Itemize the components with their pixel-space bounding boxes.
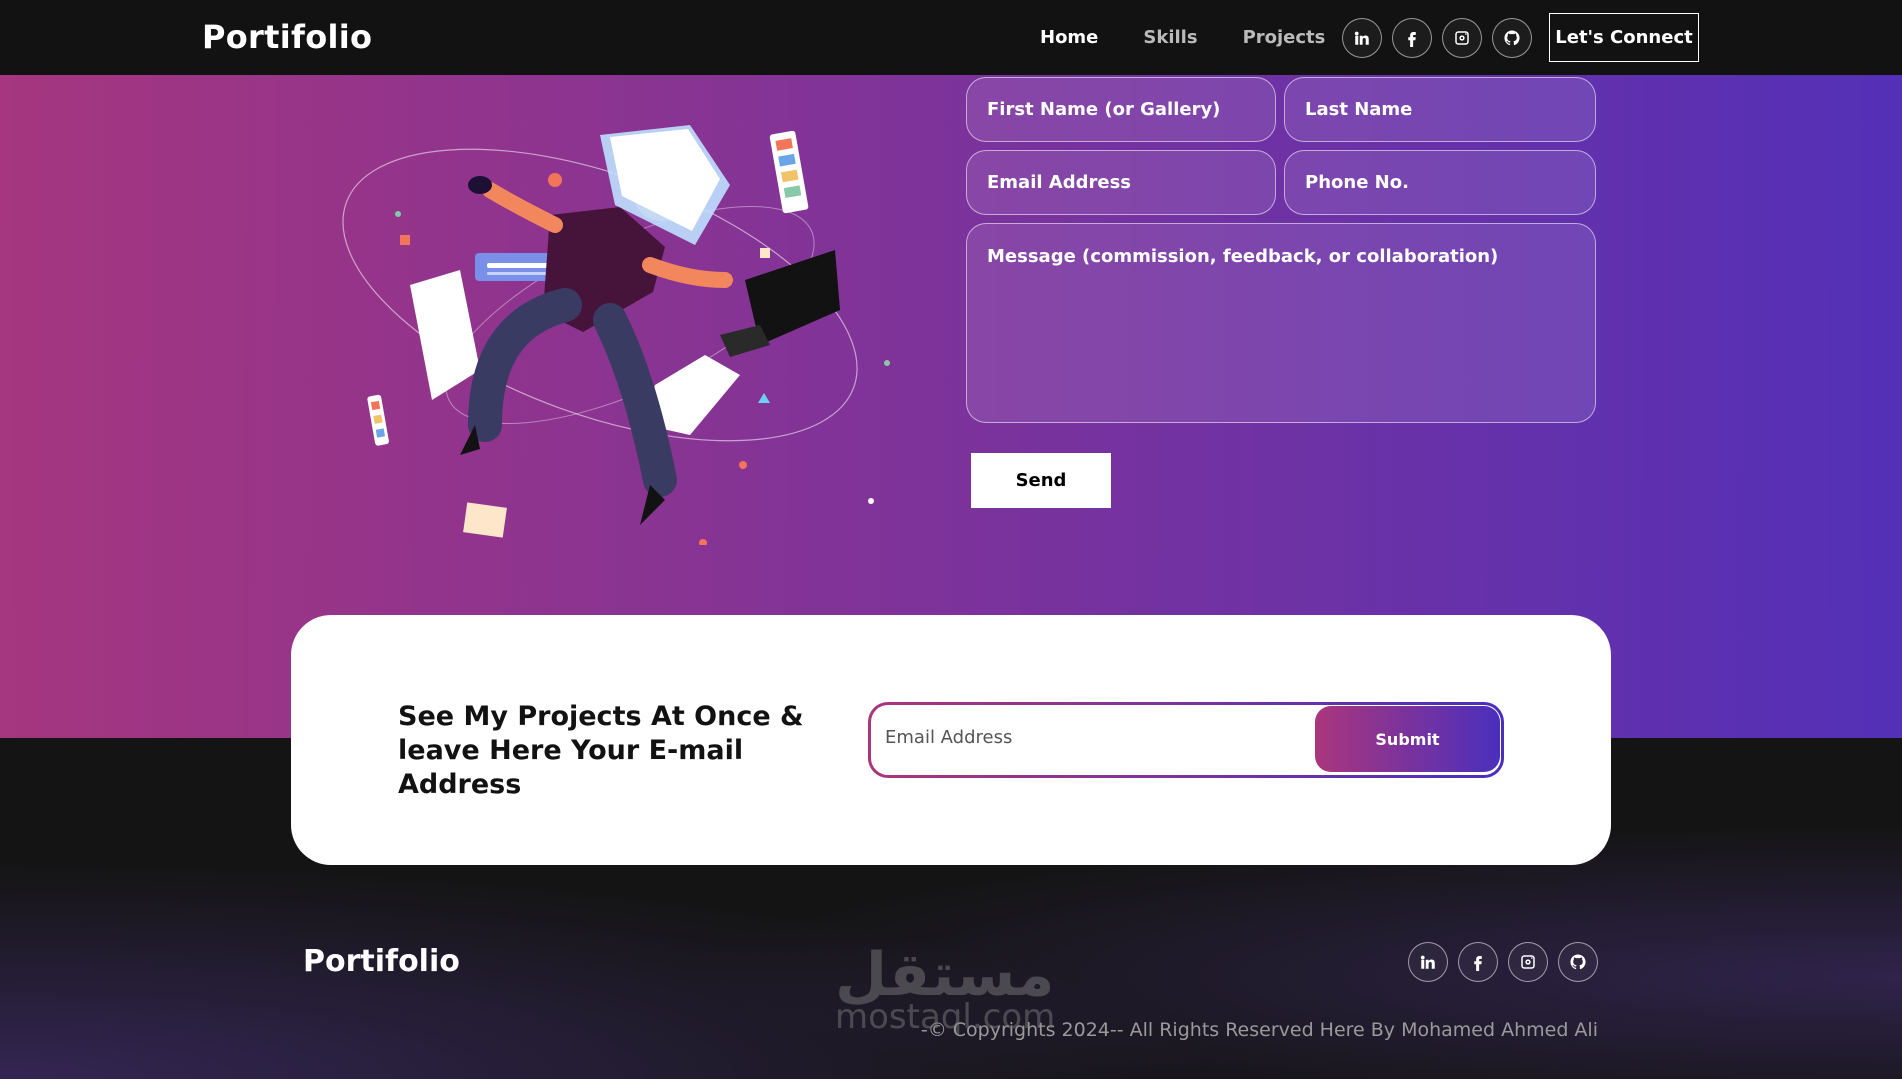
newsletter-input-wrapper: Email Address Submit — [871, 705, 1501, 775]
first-name-field[interactable]: First Name (or Gallery) — [966, 77, 1276, 142]
footer-social-icons — [1408, 942, 1598, 982]
facebook-icon[interactable] — [1458, 942, 1498, 982]
message-textarea[interactable]: Message (commission, feedback, or collab… — [966, 223, 1596, 423]
newsletter-email-input[interactable]: Email Address — [885, 727, 1012, 748]
phone-field[interactable]: Phone No. — [1284, 150, 1596, 215]
nav-social-icons — [1342, 18, 1532, 58]
newsletter-title: See My Projects At Once & leave Here You… — [398, 701, 804, 800]
facebook-icon[interactable] — [1392, 18, 1432, 58]
submit-button[interactable]: Submit — [1315, 706, 1500, 772]
nav-link-skills[interactable]: Skills — [1143, 27, 1197, 48]
instagram-icon[interactable] — [1442, 18, 1482, 58]
newsletter-card: See My Projects At Once & leave Here You… — [291, 615, 1611, 865]
linkedin-icon[interactable] — [1342, 18, 1382, 58]
instagram-icon[interactable] — [1508, 942, 1548, 982]
newsletter-form: Email Address Submit — [868, 702, 1504, 778]
send-button[interactable]: Send — [971, 453, 1111, 508]
last-name-field[interactable]: Last Name — [1284, 77, 1596, 142]
brand-logo[interactable]: Portifolio — [202, 18, 372, 56]
email-field[interactable]: Email Address — [966, 150, 1276, 215]
lets-connect-button[interactable]: Let's Connect — [1549, 13, 1699, 62]
copyright-text: -© Copyrights 2024-- All Rights Reserved… — [920, 1019, 1598, 1041]
navbar: Portifolio Home Skills Projects Let's Co… — [0, 0, 1902, 75]
github-icon[interactable] — [1558, 942, 1598, 982]
nav-links: Home Skills Projects — [1040, 27, 1325, 48]
contact-illustration — [342, 125, 890, 545]
footer-brand[interactable]: Portifolio — [303, 944, 460, 979]
nav-link-projects[interactable]: Projects — [1243, 27, 1326, 48]
github-icon[interactable] — [1492, 18, 1532, 58]
nav-link-home[interactable]: Home — [1040, 27, 1098, 48]
linkedin-icon[interactable] — [1408, 942, 1448, 982]
